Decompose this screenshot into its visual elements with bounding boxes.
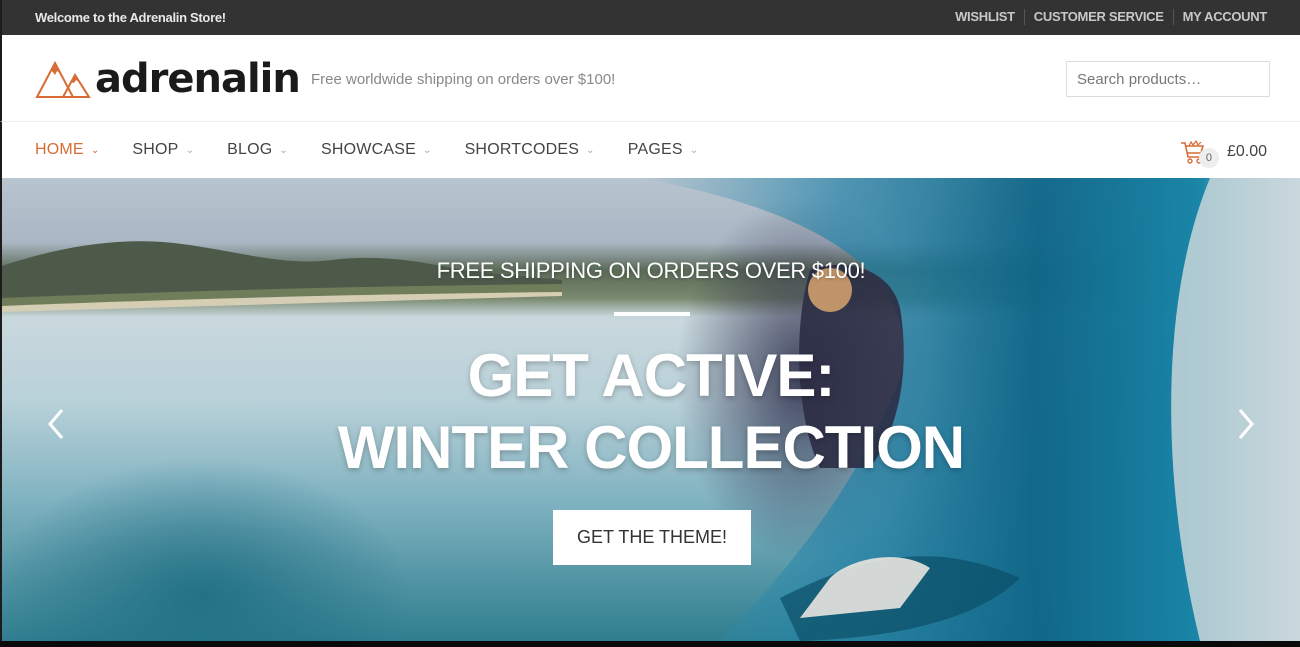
hero-slider: FREE SHIPPING ON ORDERS OVER $100! GET A… [0,178,1300,641]
get-the-theme-button[interactable]: GET THE THEME! [553,510,751,565]
site-header: adrenalin Free worldwide shipping on ord… [0,35,1300,122]
chevron-right-icon[interactable] [1234,406,1258,442]
hero-title-line-1: GET ACTIVE: [467,342,836,409]
shipping-tagline: Free worldwide shipping on orders over $… [311,71,616,88]
chevron-down-icon: ⌄ [90,144,100,156]
nav-label: PAGES [627,141,683,158]
nav-item-pages[interactable]: PAGES ⌄ [628,141,699,159]
welcome-message: Welcome to the Adrenalin Store! [35,10,226,25]
customer-service-link[interactable]: CUSTOMER SERVICE [1023,9,1173,25]
chevron-down-icon: ⌄ [185,144,195,156]
hero-subtitle: FREE SHIPPING ON ORDERS OVER $100! [436,258,866,283]
chevron-down-icon: ⌄ [279,144,289,156]
chevron-down-icon: ⌄ [689,144,699,156]
nav-item-shop[interactable]: SHOP ⌄ [132,141,194,159]
top-links: WISHLIST CUSTOMER SERVICE MY ACCOUNT [955,9,1267,25]
chevron-down-icon: ⌄ [586,144,595,156]
hero-divider [614,312,690,316]
nav-label: HOME [35,141,84,158]
nav-label: SHOWCASE [321,141,416,158]
nav-item-home[interactable]: HOME ⌄ [35,141,99,159]
logo-text: adrenalin [95,56,301,102]
cart-count-badge: 0 [1198,148,1219,168]
nav-item-showcase[interactable]: SHOWCASE ⌄ [321,141,432,159]
cart-total: £0.00 [1226,143,1267,160]
search-input[interactable] [1066,61,1270,97]
chevron-left-icon[interactable] [44,406,68,442]
nav-label: SHORTCODES [464,141,580,158]
chevron-down-icon: ⌄ [422,144,432,156]
nav-label: BLOG [227,141,273,158]
hero-title: GET ACTIVE: WINTER COLLECTION [2,340,1300,484]
nav-label: SHOP [132,141,179,158]
my-account-link[interactable]: MY ACCOUNT [1172,9,1267,25]
top-bar: Welcome to the Adrenalin Store! WISHLIST… [0,0,1300,35]
cart-button[interactable]: 0 £0.00 [1179,136,1267,168]
hero-title-line-2: WINTER COLLECTION [337,414,965,481]
nav-item-blog[interactable]: BLOG ⌄ [227,141,288,159]
mountains-icon [35,60,91,98]
main-nav: HOME ⌄ SHOP ⌄ BLOG ⌄ SHOWCASE ⌄ SHORTCODES ⌄ … [0,122,1300,178]
nav-item-shortcodes[interactable]: SHORTCODES ⌄ [465,141,595,159]
site-logo[interactable]: adrenalin [35,56,301,102]
wishlist-link[interactable]: WISHLIST [955,9,1024,25]
bottom-edge [0,641,1300,647]
